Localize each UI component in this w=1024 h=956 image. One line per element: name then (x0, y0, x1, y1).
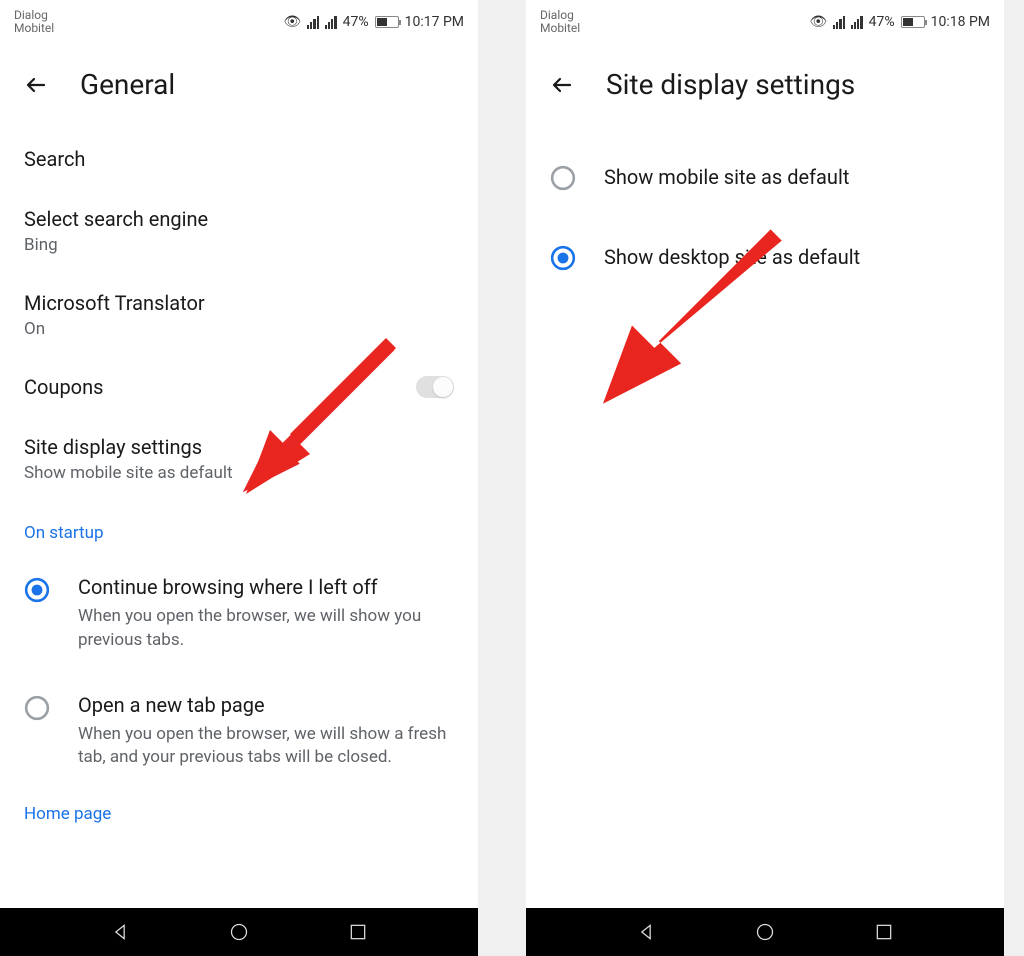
carrier-labels: Dialog Mobitel (540, 9, 580, 35)
status-time: 10:17 PM (405, 14, 464, 30)
eye-icon: 👁 (809, 14, 827, 30)
nav-home-icon[interactable] (229, 922, 249, 942)
radio-selected-icon (550, 245, 576, 271)
signal-icon-2 (851, 16, 863, 29)
desktop-site-option[interactable]: Show desktop site as default (550, 217, 980, 297)
page-title: Site display settings (606, 68, 855, 101)
battery-pct: 47% (343, 14, 369, 30)
radio-title: Open a new tab page (78, 693, 454, 717)
status-icons: 👁 47% 10:17 PM (283, 14, 464, 30)
site-display-item[interactable]: Site display settings Show mobile site a… (24, 417, 454, 501)
select-search-engine-item[interactable]: Select search engine Bing (24, 189, 454, 273)
radio-selected-icon (24, 577, 50, 603)
item-subtitle: Show mobile site as default (24, 463, 454, 483)
radio-title: Show mobile site as default (604, 165, 849, 189)
eye-icon: 👁 (283, 14, 301, 30)
radio-unselected-icon (550, 165, 576, 191)
signal-icon-2 (325, 16, 337, 29)
signal-icon-1 (833, 16, 845, 29)
startup-section-label: On startup (24, 501, 454, 555)
carrier-2: Mobitel (14, 22, 54, 35)
nav-home-icon[interactable] (755, 922, 775, 942)
item-subtitle: On (24, 319, 454, 339)
page-header: Site display settings (526, 44, 1004, 129)
android-navbar (0, 908, 478, 956)
nav-back-icon[interactable] (636, 922, 656, 942)
status-time: 10:18 PM (931, 14, 990, 30)
settings-content: Show mobile site as default Show desktop… (526, 129, 1004, 908)
radio-desc: When you open the browser, we will show … (78, 605, 454, 653)
nav-recent-icon[interactable] (348, 922, 368, 942)
coupons-toggle[interactable] (416, 376, 454, 398)
status-bar: Dialog Mobitel 👁 47% 10:17 PM (0, 0, 478, 44)
radio-text: Open a new tab page When you open the br… (78, 693, 454, 771)
settings-content: Search Select search engine Bing Microso… (0, 129, 478, 908)
battery-icon (901, 16, 925, 28)
radio-title: Continue browsing where I left off (78, 575, 454, 599)
coupons-item[interactable]: Coupons (24, 357, 454, 417)
phone-left: Dialog Mobitel 👁 47% 10:17 PM General Se… (0, 0, 478, 956)
page-title: General (80, 68, 175, 101)
startup-newtab-option[interactable]: Open a new tab page When you open the br… (24, 673, 454, 791)
back-icon[interactable] (550, 73, 574, 97)
item-title: Site display settings (24, 435, 454, 459)
signal-icon-1 (307, 16, 319, 29)
status-icons: 👁 47% 10:18 PM (809, 14, 990, 30)
search-section-header: Search (24, 129, 454, 189)
nav-back-icon[interactable] (110, 922, 130, 942)
item-title: Select search engine (24, 207, 454, 231)
startup-continue-option[interactable]: Continue browsing where I left off When … (24, 555, 454, 673)
nav-recent-icon[interactable] (874, 922, 894, 942)
carrier-2: Mobitel (540, 22, 580, 35)
radio-title: Show desktop site as default (604, 245, 860, 269)
radio-unselected-icon (24, 695, 50, 721)
translator-item[interactable]: Microsoft Translator On (24, 273, 454, 357)
phone-right: Dialog Mobitel 👁 47% 10:18 PM Site displ… (526, 0, 1004, 956)
page-header: General (0, 44, 478, 129)
item-subtitle: Bing (24, 235, 454, 255)
carrier-labels: Dialog Mobitel (14, 9, 54, 35)
mobile-site-option[interactable]: Show mobile site as default (550, 137, 980, 217)
battery-icon (375, 16, 399, 28)
radio-text: Continue browsing where I left off When … (78, 575, 454, 653)
android-navbar (526, 908, 1004, 956)
item-title: Microsoft Translator (24, 291, 454, 315)
item-title: Coupons (24, 375, 103, 399)
back-icon[interactable] (24, 73, 48, 97)
status-bar: Dialog Mobitel 👁 47% 10:18 PM (526, 0, 1004, 44)
home-page-link[interactable]: Home page (24, 790, 454, 838)
radio-desc: When you open the browser, we will show … (78, 723, 454, 771)
battery-pct: 47% (869, 14, 895, 30)
